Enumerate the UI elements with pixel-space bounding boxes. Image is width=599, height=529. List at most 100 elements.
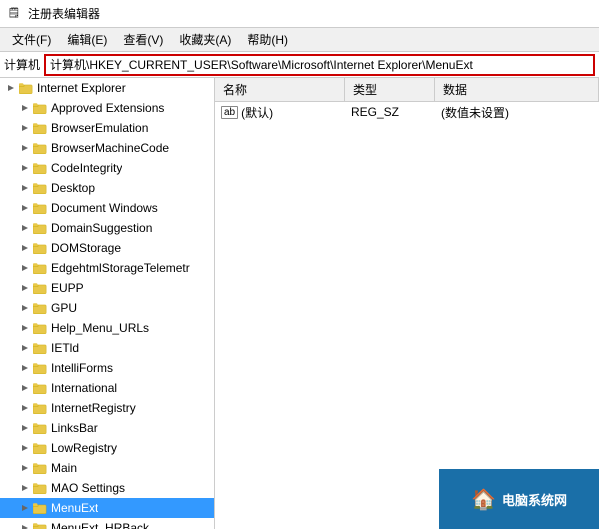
folder-icon [32, 300, 48, 316]
tree-item-menu-ext-hrback[interactable]: MenuExt_HRBack [0, 518, 214, 529]
tree-label: InternetRegistry [51, 401, 136, 415]
folder-icon [32, 200, 48, 216]
folder-icon [32, 180, 48, 196]
tree-label: IETld [51, 341, 79, 355]
tree-item-low-registry[interactable]: LowRegistry [0, 438, 214, 458]
tree-item-links-bar[interactable]: LinksBar [0, 418, 214, 438]
main-content: Internet Explorer Approved Extensions Br… [0, 78, 599, 529]
tree-label: DOMStorage [51, 241, 121, 255]
tree-label: GPU [51, 301, 77, 315]
watermark: 🏠 电脑系统网 [439, 469, 599, 529]
expand-arrow[interactable] [18, 301, 32, 315]
column-headers: 名称 类型 数据 [215, 78, 599, 102]
tree-label: CodeIntegrity [51, 161, 122, 175]
tree-item-browser-machine-code[interactable]: BrowserMachineCode [0, 138, 214, 158]
tree-label: Main [51, 461, 77, 475]
menu-file[interactable]: 文件(F) [4, 29, 59, 50]
address-label: 计算机 [4, 56, 40, 73]
right-panel: 名称 类型 数据 ab(默认)REG_SZ(数值未设置) [215, 78, 599, 529]
address-input[interactable] [44, 54, 595, 76]
folder-icon [18, 80, 34, 96]
expand-arrow[interactable] [18, 261, 32, 275]
expand-arrow[interactable] [18, 221, 32, 235]
expand-arrow[interactable] [18, 501, 32, 515]
tree-item-menu-ext[interactable]: MenuExt [0, 498, 214, 518]
folder-icon [32, 460, 48, 476]
folder-icon [32, 360, 48, 376]
tree-label: LowRegistry [51, 441, 117, 455]
tree-item-ietld[interactable]: IETld [0, 338, 214, 358]
tree-label: MenuExt [51, 501, 98, 515]
expand-arrow[interactable] [18, 461, 32, 475]
tree-item-browser-emulation[interactable]: BrowserEmulation [0, 118, 214, 138]
tree-item-approved-extensions[interactable]: Approved Extensions [0, 98, 214, 118]
app-icon: 🗒 [6, 6, 22, 22]
expand-arrow[interactable] [18, 161, 32, 175]
menu-favorites[interactable]: 收藏夹(A) [171, 29, 239, 50]
menu-help[interactable]: 帮助(H) [239, 29, 296, 50]
tree-item-mao-settings[interactable]: MAO Settings [0, 478, 214, 498]
folder-icon [32, 440, 48, 456]
col-header-data: 数据 [435, 78, 599, 101]
data-cell-name: ab(默认) [215, 103, 345, 122]
menu-bar: 文件(F) 编辑(E) 查看(V) 收藏夹(A) 帮助(H) [0, 28, 599, 52]
folder-icon [32, 320, 48, 336]
folder-icon [32, 480, 48, 496]
tree-item-internet-registry[interactable]: InternetRegistry [0, 398, 214, 418]
tree-label: Document Windows [51, 201, 158, 215]
expand-arrow[interactable] [18, 201, 32, 215]
tree-item-gpu[interactable]: GPU [0, 298, 214, 318]
folder-icon [32, 220, 48, 236]
tree-label: Internet Explorer [37, 81, 126, 95]
tree-item-help-menu-urls[interactable]: Help_Menu_URLs [0, 318, 214, 338]
tree-item-internet-explorer[interactable]: Internet Explorer [0, 78, 214, 98]
tree-item-code-integrity[interactable]: CodeIntegrity [0, 158, 214, 178]
expand-arrow[interactable] [18, 121, 32, 135]
tree-label: MenuExt_HRBack [51, 521, 149, 529]
window-title: 注册表编辑器 [28, 5, 593, 22]
expand-arrow[interactable] [18, 481, 32, 495]
tree-item-eupp[interactable]: EUPP [0, 278, 214, 298]
data-area: ab(默认)REG_SZ(数值未设置) [215, 102, 599, 529]
menu-edit[interactable]: 编辑(E) [59, 29, 115, 50]
expand-arrow[interactable] [18, 181, 32, 195]
expand-arrow[interactable] [18, 421, 32, 435]
expand-arrow[interactable] [18, 101, 32, 115]
folder-icon [32, 500, 48, 516]
expand-arrow[interactable] [18, 341, 32, 355]
registry-tree[interactable]: Internet Explorer Approved Extensions Br… [0, 78, 215, 529]
expand-arrow[interactable] [18, 441, 32, 455]
folder-icon [32, 240, 48, 256]
tree-label: LinksBar [51, 421, 98, 435]
expand-arrow[interactable] [18, 401, 32, 415]
menu-view[interactable]: 查看(V) [115, 29, 171, 50]
expand-arrow[interactable] [18, 241, 32, 255]
tree-label: MAO Settings [51, 481, 125, 495]
data-row[interactable]: ab(默认)REG_SZ(数值未设置) [215, 102, 599, 122]
data-cell-value: (数值未设置) [435, 103, 599, 122]
tree-item-main[interactable]: Main [0, 458, 214, 478]
tree-item-domain-suggestion[interactable]: DomainSuggestion [0, 218, 214, 238]
expand-arrow[interactable] [18, 521, 32, 529]
tree-item-document-windows[interactable]: Document Windows [0, 198, 214, 218]
tree-item-desktop[interactable]: Desktop [0, 178, 214, 198]
data-name-text: (默认) [241, 104, 273, 121]
col-header-name: 名称 [215, 78, 345, 101]
expand-arrow[interactable] [18, 321, 32, 335]
tree-item-international[interactable]: International [0, 378, 214, 398]
folder-icon [32, 420, 48, 436]
folder-icon [32, 100, 48, 116]
expand-arrow[interactable] [4, 81, 18, 95]
data-cell-type: REG_SZ [345, 104, 435, 120]
folder-icon [32, 280, 48, 296]
expand-arrow[interactable] [18, 381, 32, 395]
tree-label: BrowserEmulation [51, 121, 148, 135]
tree-item-edge-html-storage-telemetry[interactable]: EdgehtmlStorageTelemetr [0, 258, 214, 278]
folder-icon [32, 380, 48, 396]
expand-arrow[interactable] [18, 361, 32, 375]
tree-item-dom-storage[interactable]: DOMStorage [0, 238, 214, 258]
tree-item-intelli-forms[interactable]: IntelliForms [0, 358, 214, 378]
tree-label: IntelliForms [51, 361, 113, 375]
expand-arrow[interactable] [18, 141, 32, 155]
expand-arrow[interactable] [18, 281, 32, 295]
